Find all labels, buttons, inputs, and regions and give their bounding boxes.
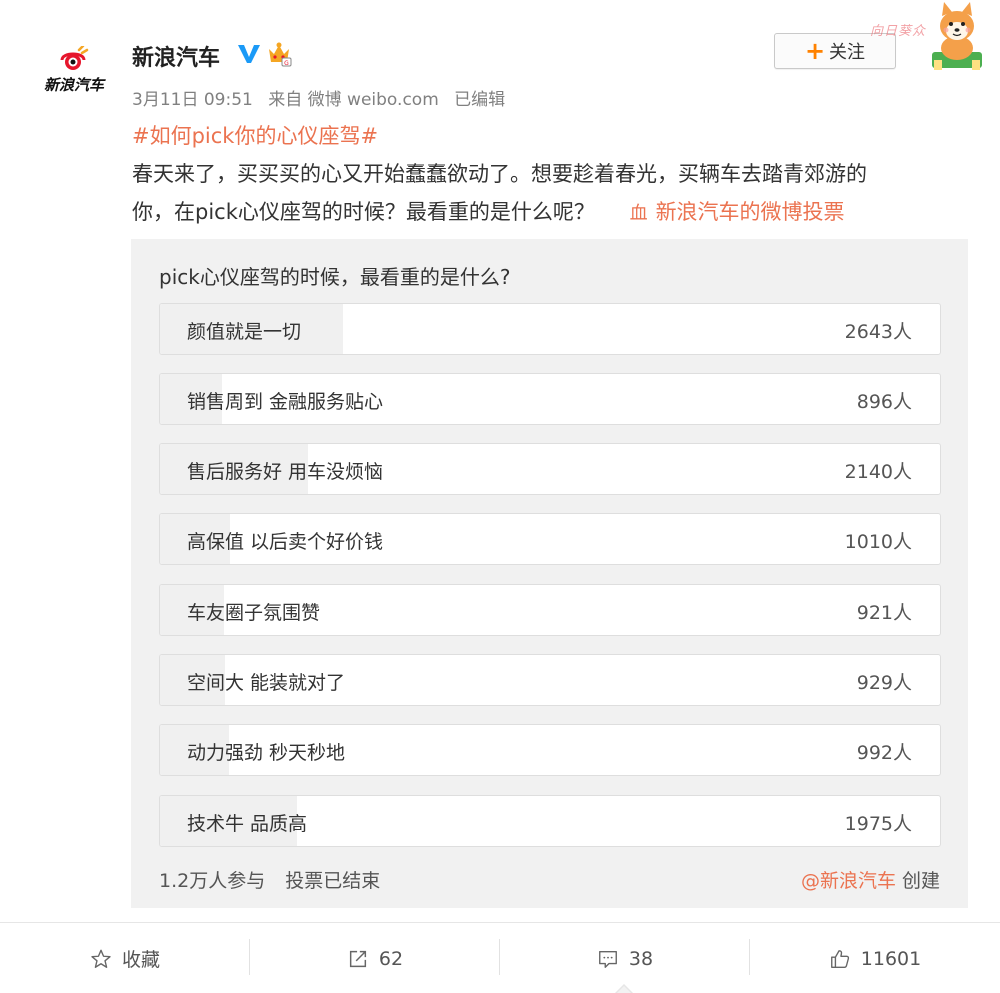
repost-icon — [349, 950, 366, 967]
poll-footer-status: 1.2万人参与 投票已结束 — [159, 866, 394, 893]
poll-participants: 1.2万人参与 — [159, 870, 266, 892]
svg-text:G: G — [284, 60, 289, 67]
post-text-line-2: 你，在pick心仪座驾的时候？最看重的是什么呢？ 血新浪汽车的微博投票 — [132, 196, 845, 226]
poll-option: 销售周到 金融服务贴心 896人 — [159, 373, 941, 425]
verified-v-icon[interactable] — [236, 42, 262, 66]
poll-option-count: 921人 — [856, 602, 912, 624]
post-source[interactable]: 来自 微博 weibo.com — [268, 90, 439, 110]
like-button[interactable]: 11601 — [750, 923, 1000, 993]
sina-eye-logo-icon — [60, 46, 89, 70]
poll-option-count: 992人 — [856, 742, 912, 764]
poll-option: 颜值就是一切 2643人 — [159, 303, 941, 355]
poll-option: 售后服务好 用车没烦恼 2140人 — [159, 443, 941, 495]
plus-icon: + — [804, 37, 826, 65]
edited-label[interactable]: 已编辑 — [454, 90, 505, 110]
mascot-text: 向日葵众 — [870, 24, 927, 39]
poll-option-label: 技术牛 品质高 — [187, 813, 308, 835]
like-count: 11601 — [860, 947, 922, 970]
follow-label: 关注 — [829, 42, 866, 63]
poll-link[interactable]: 血新浪汽车的微博投票 — [630, 200, 845, 224]
poll-option-label: 动力强劲 秒天秒地 — [187, 742, 346, 764]
poll-option: 动力强劲 秒天秒地 992人 — [159, 724, 941, 776]
poll-title: pick心仪座驾的时候，最看重的是什么? — [159, 265, 511, 289]
comment-count: 38 — [628, 947, 654, 970]
logo-text: 新浪汽车 — [43, 76, 104, 94]
poll-option: 高保值 以后卖个好价钱 1010人 — [159, 513, 941, 565]
comment-icon — [598, 950, 617, 968]
vip-crown-icon[interactable]: G — [266, 40, 292, 68]
poll-option: 空间大 能装就对了 929人 — [159, 654, 941, 706]
action-bar: 收藏 62 38 11601 — [0, 922, 1000, 993]
poll-option-label: 销售周到 金融服务贴心 — [187, 391, 384, 413]
sina-auto-logo[interactable]: 新浪汽车 — [34, 46, 114, 100]
poll-option-label: 高保值 以后卖个好价钱 — [187, 531, 384, 553]
comment-caret-inner — [616, 986, 632, 993]
poll-option-count: 2643人 — [844, 321, 912, 343]
post-meta: 3月11日 09:51 来自 微博 weibo.com 已编辑 — [132, 85, 515, 110]
favorite-button[interactable]: 收藏 — [0, 923, 250, 993]
repost-count: 62 — [378, 947, 404, 970]
poll-option-count: 2140人 — [844, 461, 912, 483]
favorite-label: 收藏 — [121, 949, 160, 971]
poll-option-count: 1010人 — [844, 531, 912, 553]
poll-option-count: 896人 — [856, 391, 912, 413]
poll-option-count: 929人 — [856, 672, 912, 694]
poll-option: 技术牛 品质高 1975人 — [159, 795, 941, 847]
repost-button[interactable]: 62 — [250, 923, 500, 993]
poll-card: pick心仪座驾的时候，最看重的是什么? 颜值就是一切 2643人销售周到 金融服… — [131, 239, 968, 908]
poll-icon: 血 — [629, 203, 648, 224]
poll-option-label: 颜值就是一切 — [187, 321, 302, 343]
poll-option-label: 空间大 能装就对了 — [187, 672, 346, 694]
post-text-line-2-content: 你，在pick心仪座驾的时候？最看重的是什么呢？ — [132, 200, 595, 224]
hashtag-link[interactable]: #如何pick你的心仪座驾# — [132, 120, 378, 150]
comment-button[interactable]: 38 — [500, 923, 750, 993]
star-icon — [91, 949, 111, 968]
poll-option: 车友圈子氛围赞 921人 — [159, 584, 941, 636]
poll-option-count: 1975人 — [844, 813, 912, 835]
post-date[interactable]: 3月11日 09:51 — [132, 90, 253, 110]
user-name[interactable]: 新浪汽车 — [132, 40, 220, 72]
thumbs-up-icon — [830, 949, 849, 968]
shiba-mascot-sticker: 向日葵众 — [870, 0, 1000, 76]
poll-status: 投票已结束 — [285, 870, 381, 892]
poll-link-label: 新浪汽车的微博投票 — [655, 200, 845, 224]
poll-creator: @新浪汽车 创建 — [801, 866, 940, 893]
shiba-dog-icon — [932, 2, 982, 70]
poll-option-label: 车友圈子氛围赞 — [187, 602, 321, 624]
post-text-line-1: 春天来了，买买买的心又开始蠢蠢欲动了。想要趁着春光，买辆车去踏青郊游的 — [132, 162, 867, 186]
poll-created-label: 创建 — [901, 870, 940, 892]
poll-option-label: 售后服务好 用车没烦恼 — [187, 461, 384, 483]
poll-creator-link[interactable]: @新浪汽车 — [801, 870, 896, 892]
